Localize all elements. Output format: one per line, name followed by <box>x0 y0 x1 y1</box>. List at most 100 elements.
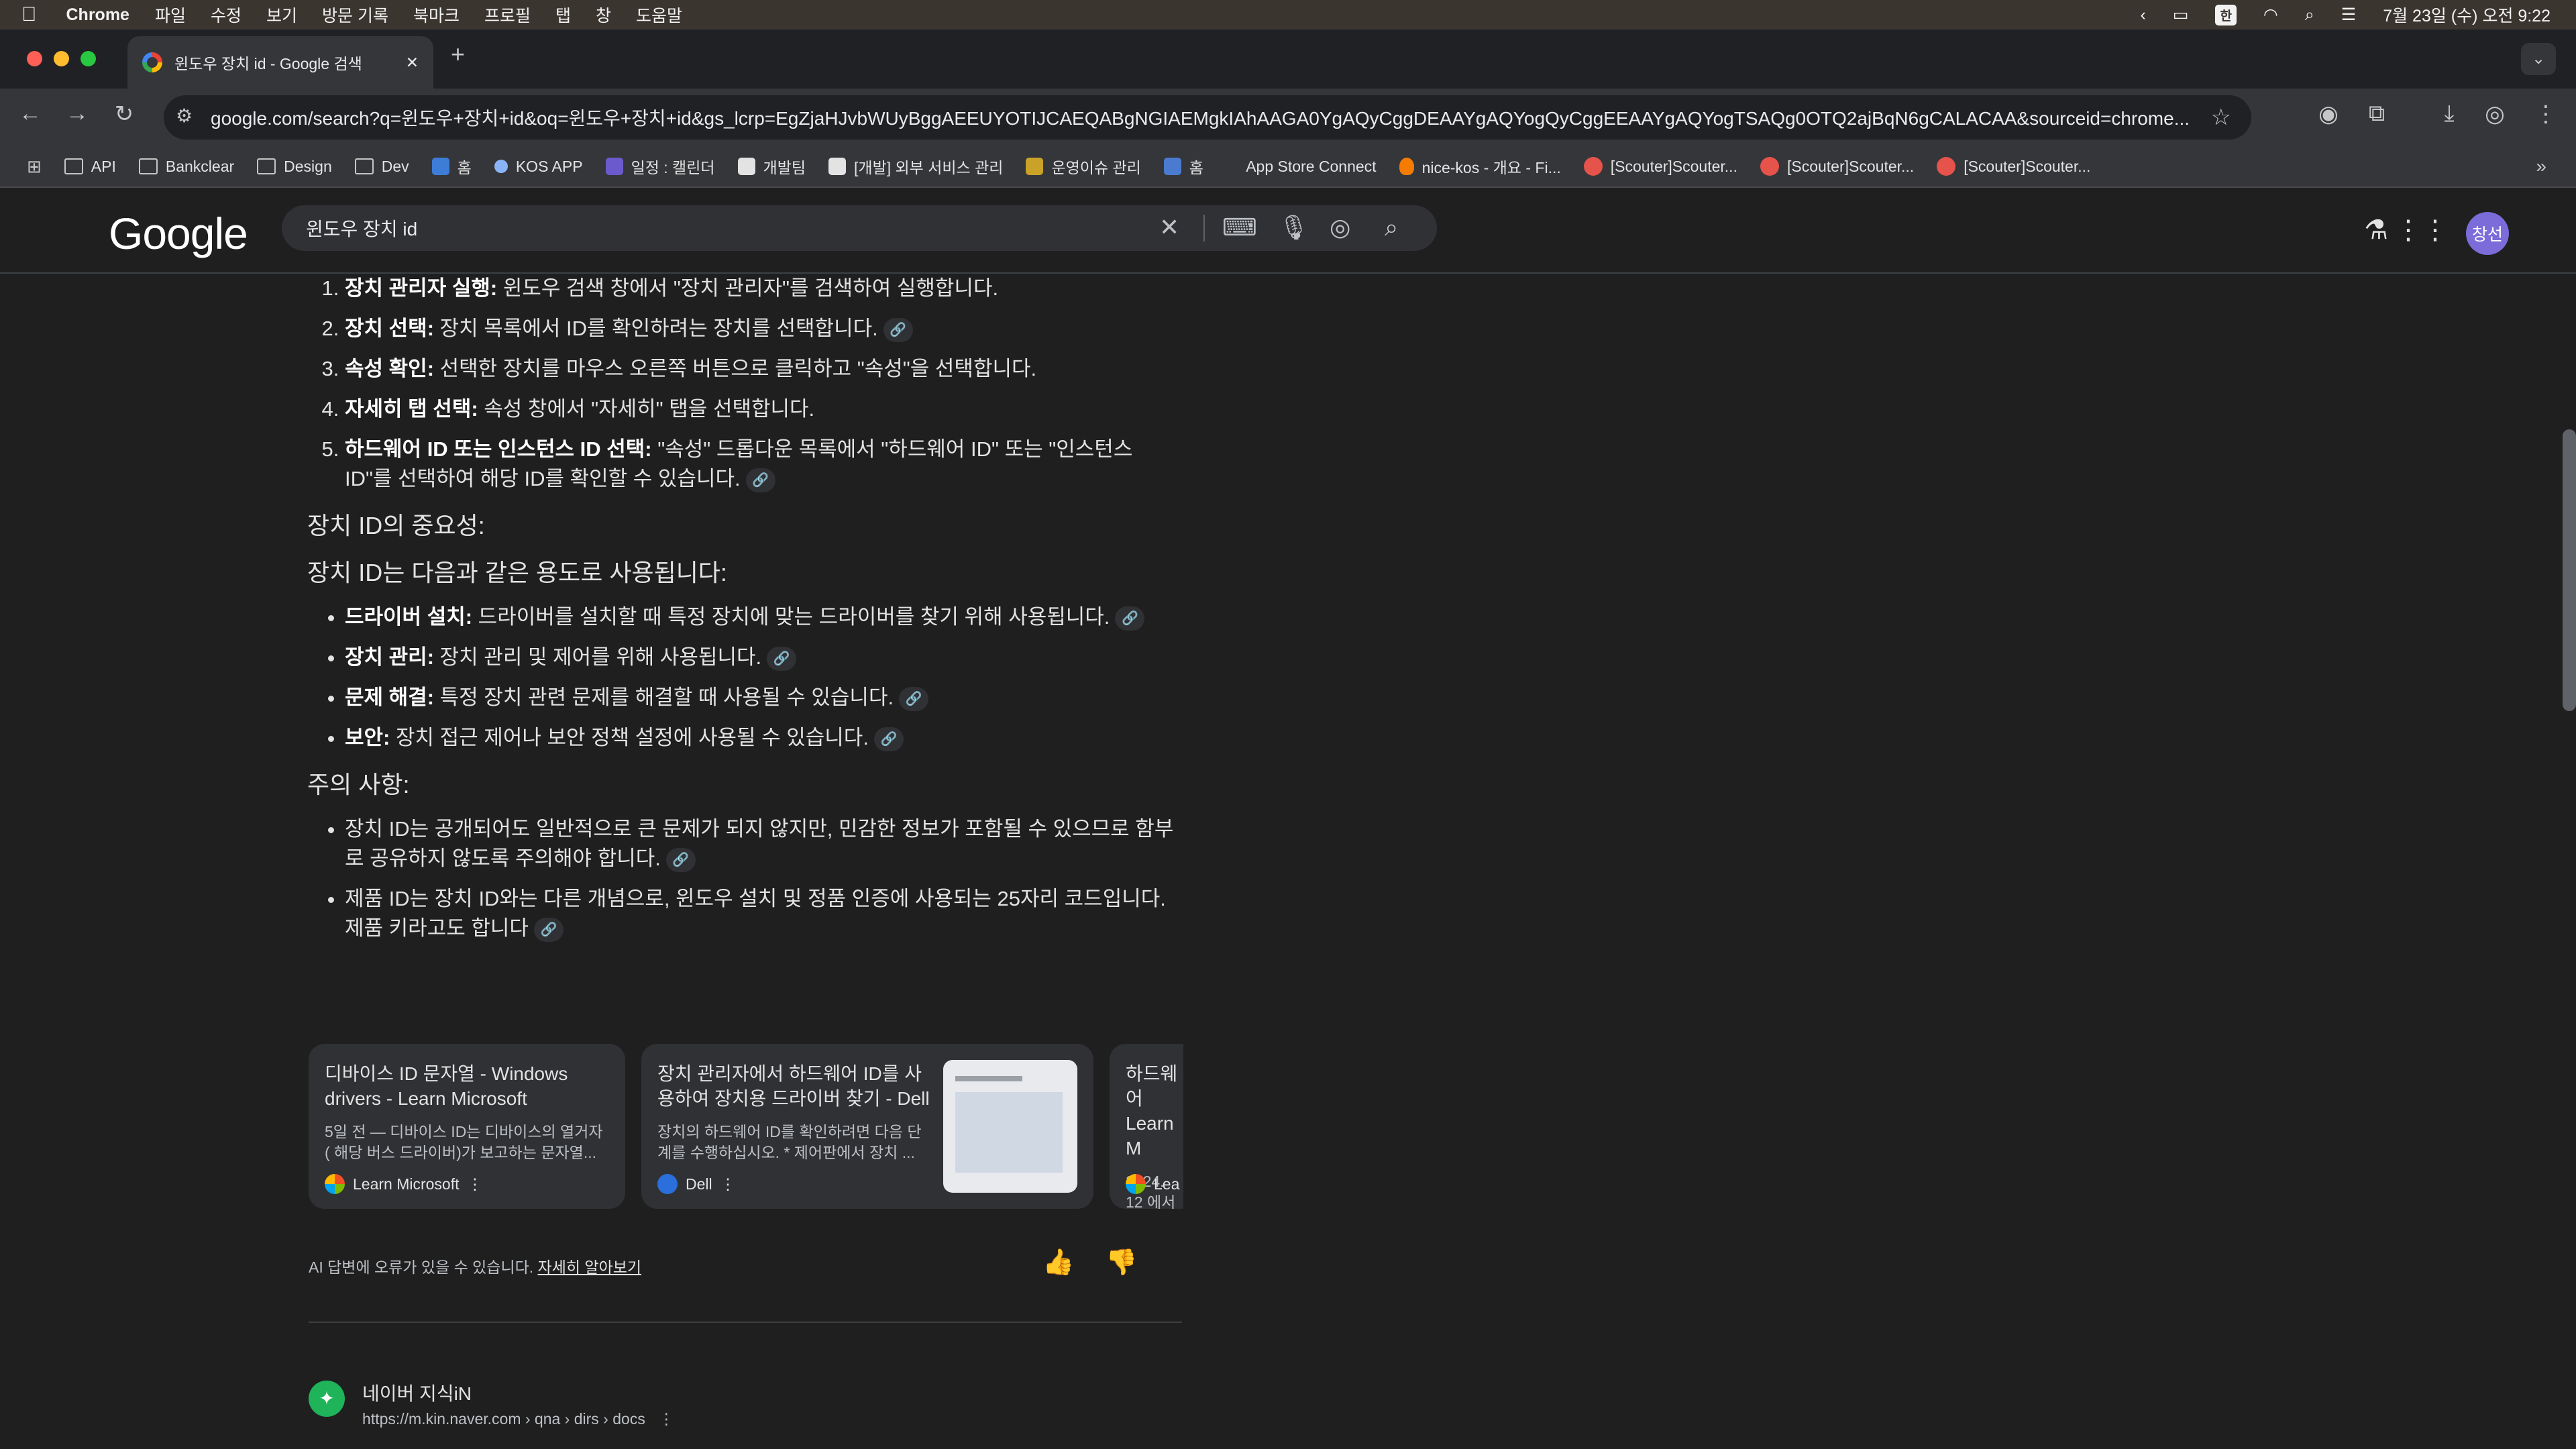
bookmark-item[interactable]: KOS APP <box>494 158 583 176</box>
search-query[interactable]: 윈도우 장치 id <box>306 215 417 241</box>
forward-arrow-icon[interactable]: → <box>60 101 94 127</box>
browser-toolbar: ← → ↻ ⚙ google.com/search?q=윈도우+장치+id&oq… <box>0 89 2576 146</box>
google-header: Google 윈도우 장치 id ✕ ⌨ 🎙 ◎ ⌕ ⚗ ⋮⋮ 창선 <box>0 189 2576 274</box>
bookmark-item[interactable]: [개발] 외부 서비스 관리 <box>828 155 1003 178</box>
google-logo[interactable]: Google <box>109 208 248 259</box>
window-zoom-button[interactable] <box>80 51 96 66</box>
tab-close-icon[interactable]: ✕ <box>406 54 419 72</box>
bookmark-item[interactable]: 홈 <box>1163 155 1203 178</box>
avatar[interactable]: 창선 <box>2466 212 2509 255</box>
window-close-button[interactable] <box>27 51 42 66</box>
bookmark-star-icon[interactable]: ☆ <box>2211 104 2231 131</box>
menu-bookmarks[interactable]: 북마크 <box>413 3 460 27</box>
chevron-left-icon[interactable]: ‹ <box>2140 5 2145 25</box>
steps-list: 장치 관리자 실행: 윈도우 검색 창에서 "장치 관리자"를 검색하여 실행합… <box>307 274 1179 494</box>
profile-icon[interactable]: ◎ <box>2478 101 2512 127</box>
browser-tab-active[interactable]: 윈도우 장치 id - Google 검색 ✕ <box>127 36 433 89</box>
result-url[interactable]: https://m.kin.naver.com › qna › dirs › d… <box>362 1410 674 1428</box>
keyboard-icon[interactable]: ⌨ <box>1222 213 1257 241</box>
card-title[interactable]: 장치 관리자에서 하드웨어 ID를 사용하여 장치용 드라이버 찾기 - Del… <box>657 1061 932 1111</box>
bookmark-folder[interactable]: Design <box>257 158 332 176</box>
control-center-icon[interactable]: ☰ <box>2341 5 2356 25</box>
bookmark-item[interactable]: [Scouter]Scouter... <box>1760 157 1914 176</box>
extensions-icon[interactable]: ⧉ <box>2360 101 2394 127</box>
url-text[interactable]: google.com/search?q=윈도우+장치+id&oq=윈도우+장치+… <box>211 104 2198 131</box>
card-title[interactable]: 디바이스 ID 문자열 - Windows drivers - Learn Mi… <box>325 1061 609 1111</box>
link-icon[interactable]: 🔗 <box>745 468 775 492</box>
bookmark-item[interactable]: [Scouter]Scouter... <box>1583 157 1737 176</box>
source-card[interactable]: 디바이스 ID 문자열 - Windows drivers - Learn Mi… <box>309 1044 625 1209</box>
more-menu-icon[interactable]: ⋮ <box>2529 101 2563 127</box>
google-apps-icon[interactable]: ⋮⋮ <box>2395 215 2449 246</box>
link-icon[interactable]: 🔗 <box>1115 606 1145 631</box>
card-title[interactable]: 하드웨어 Learn M <box>1126 1061 1183 1161</box>
bookmark-item[interactable]: nice-kos - 개요 - Fi... <box>1399 155 1561 178</box>
thumbs-up-icon[interactable]: 👍 <box>1042 1248 1074 1277</box>
apple-menu-icon[interactable]:  <box>21 3 37 26</box>
app-menu[interactable]: Chrome <box>66 5 129 25</box>
section-heading: 장치 ID는 다음과 같은 용도로 사용됩니다: <box>307 559 727 586</box>
bookmark-item[interactable]: 개발팀 <box>737 155 806 178</box>
link-icon[interactable]: 🔗 <box>899 686 929 711</box>
learn-more-link[interactable]: 자세히 알아보기 <box>538 1254 642 1277</box>
bookmark-item[interactable]: 일정 : 캘린더 <box>605 155 715 178</box>
bookmark-folder[interactable]: API <box>64 158 116 176</box>
link-icon[interactable]: 🔗 <box>883 317 913 342</box>
search-input[interactable]: 윈도우 장치 id ✕ ⌨ 🎙 ◎ ⌕ <box>282 205 1437 251</box>
bookmark-item[interactable]: [Scouter]Scouter... <box>1937 157 2090 176</box>
address-bar[interactable]: ⚙ google.com/search?q=윈도우+장치+id&oq=윈도우+장… <box>164 95 2251 140</box>
bookmarks-bar: ⊞ API Bankclear Design Dev 홈 KOS APP 일정 … <box>0 146 2576 188</box>
download-icon[interactable]: ⤓ <box>2432 101 2466 127</box>
divider <box>309 1322 1182 1323</box>
result-site-name[interactable]: 네이버 지식iN <box>362 1379 472 1406</box>
spotlight-search-icon[interactable]: ⌕ <box>2305 5 2314 25</box>
link-icon[interactable]: 🔗 <box>873 727 904 751</box>
site-info-icon[interactable]: ⚙ <box>176 105 193 127</box>
calendar-icon <box>605 158 623 175</box>
bookmark-item[interactable]: 운영이슈 관리 <box>1026 155 1141 178</box>
menu-help[interactable]: 도움말 <box>636 3 682 27</box>
menu-window[interactable]: 창 <box>596 3 611 27</box>
clear-search-icon[interactable]: ✕ <box>1159 213 1179 241</box>
bookmark-folder[interactable]: Bankclear <box>138 158 234 176</box>
bookmark-item[interactable]: 홈 <box>431 155 472 178</box>
thumbs-down-icon[interactable]: 👎 <box>1106 1248 1137 1277</box>
tab-search-icon[interactable]: ⌄ <box>2521 43 2556 75</box>
bookmark-item[interactable]: App Store Connect <box>1226 158 1377 176</box>
labs-flask-icon[interactable]: ⚗ <box>2364 215 2388 246</box>
more-options-icon[interactable]: ⋮ <box>468 1175 483 1193</box>
menu-view[interactable]: 보기 <box>266 3 297 27</box>
scouter-icon <box>1937 157 1956 176</box>
camera-icon[interactable]: ◉ <box>2312 101 2345 127</box>
source-card[interactable]: 장치 관리자에서 하드웨어 ID를 사용하여 장치용 드라이버 찾기 - Del… <box>641 1044 1093 1209</box>
input-method-badge[interactable]: 한 <box>2215 4 2237 25</box>
keyboard-status-icon[interactable]: ▭ <box>2173 5 2189 25</box>
scrollbar-thumb[interactable] <box>2563 429 2576 711</box>
search-icon[interactable]: ⌕ <box>1385 213 1398 242</box>
link-icon[interactable]: 🔗 <box>767 646 797 671</box>
source-card[interactable]: 하드웨어 Learn M 2024. 12 에서 디바 Lea <box>1110 1044 1183 1209</box>
link-icon[interactable]: 🔗 <box>665 847 696 872</box>
menu-edit[interactable]: 수정 <box>211 3 241 27</box>
menu-tab[interactable]: 탭 <box>555 3 571 27</box>
list-item: 장치 관리자 실행: 윈도우 검색 창에서 "장치 관리자"를 검색하여 실행합… <box>345 274 1179 303</box>
menu-profile[interactable]: 프로필 <box>484 3 531 27</box>
link-icon[interactable]: 🔗 <box>533 917 564 942</box>
lens-camera-icon[interactable]: ◎ <box>1330 213 1350 241</box>
microsoft-icon <box>325 1174 345 1194</box>
menu-file[interactable]: 파일 <box>155 3 186 27</box>
bookmark-folder[interactable]: Dev <box>354 158 409 176</box>
back-arrow-icon[interactable]: ← <box>13 101 47 127</box>
reload-icon[interactable]: ↻ <box>107 101 141 127</box>
card-snippet: 장치의 하드웨어 ID를 확인하려면 다음 단계를 수행하십시오. * 제어판에… <box>657 1123 922 1161</box>
apps-grid-icon[interactable]: ⊞ <box>27 156 42 177</box>
microphone-icon[interactable]: 🎙 <box>1279 213 1309 241</box>
more-bookmarks-icon[interactable]: » <box>2536 156 2546 177</box>
menu-history[interactable]: 방문 기록 <box>322 3 388 27</box>
more-options-icon[interactable]: ⋮ <box>659 1410 674 1428</box>
wifi-icon[interactable]: ◠ <box>2263 5 2278 25</box>
menubar-clock[interactable]: 7월 23일 (수) 오전 9:22 <box>2383 3 2551 27</box>
new-tab-button[interactable]: + <box>451 40 465 68</box>
window-minimize-button[interactable] <box>54 51 69 66</box>
more-options-icon[interactable]: ⋮ <box>720 1175 736 1193</box>
